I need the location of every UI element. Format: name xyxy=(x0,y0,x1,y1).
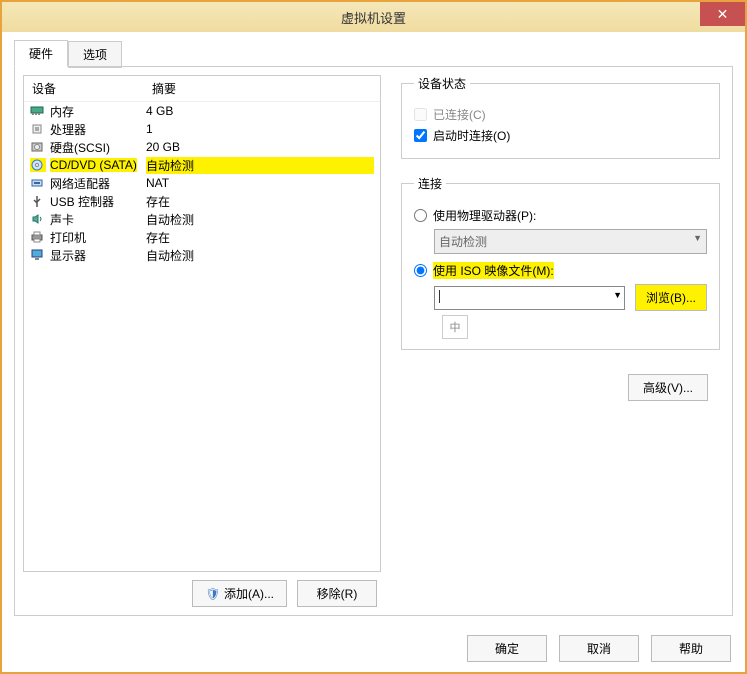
device-summary: NAT xyxy=(146,176,374,190)
tab-options[interactable]: 选项 xyxy=(68,41,122,68)
sound-icon xyxy=(30,212,46,226)
chevron-down-icon: ▼ xyxy=(693,233,702,243)
shield-icon: 🛡 xyxy=(205,587,220,601)
chevron-down-icon[interactable]: ▼ xyxy=(613,290,622,300)
physical-drive-row[interactable]: 使用物理驱动器(P): xyxy=(414,207,707,224)
browse-button[interactable]: 浏览(B)... xyxy=(635,284,707,311)
device-status-group: 设备状态 已连接(C) 启动时连接(O) xyxy=(401,75,720,159)
usb-icon xyxy=(30,194,46,208)
iso-row[interactable]: 使用 ISO 映像文件(M): xyxy=(414,262,707,279)
device-name: 硬盘(SCSI) xyxy=(50,139,110,156)
device-summary: 存在 xyxy=(146,193,374,210)
device-name: 声卡 xyxy=(50,211,74,228)
device-summary: 自动检测 xyxy=(146,157,374,174)
device-summary: 自动检测 xyxy=(146,247,374,264)
device-row[interactable]: 网络适配器 NAT xyxy=(24,174,380,192)
disk-icon xyxy=(30,140,46,154)
close-button[interactable]: ✕ xyxy=(700,2,745,26)
right-column: 设备状态 已连接(C) 启动时连接(O) 连接 使用物理驱动器(P): xyxy=(401,67,732,615)
iso-file-combo[interactable]: ▼ xyxy=(434,286,625,310)
device-summary: 20 GB xyxy=(146,140,374,154)
connect-poweron-checkbox[interactable] xyxy=(414,129,427,142)
vm-settings-window: 虚拟机设置 ✕ 硬件 选项 设备 摘要 内存 4 GB 处理器 1 硬盘(SCSI) 20… xyxy=(0,0,747,674)
device-name: CD/DVD (SATA) xyxy=(50,158,137,172)
connected-checkbox xyxy=(414,108,427,121)
remove-button[interactable]: 移除(R) xyxy=(297,580,377,607)
device-row[interactable]: USB 控制器 存在 xyxy=(24,192,380,210)
device-buttons: 🛡 添加(A)... 移除(R) xyxy=(19,580,385,607)
device-row[interactable]: 内存 4 GB xyxy=(24,102,380,120)
titlebar: 虚拟机设置 ✕ xyxy=(2,2,745,32)
advanced-row: 高级(V)... xyxy=(401,374,720,401)
hdr-device: 设备 xyxy=(32,80,152,97)
device-row[interactable]: CD/DVD (SATA) 自动检测 xyxy=(24,156,380,174)
memory-icon xyxy=(30,104,46,118)
iso-input-row: ▼ 浏览(B)... xyxy=(434,284,707,311)
tabs: 硬件 选项 xyxy=(2,32,745,67)
device-name: 打印机 xyxy=(50,229,86,246)
device-name: 内存 xyxy=(50,103,74,120)
add-button[interactable]: 🛡 添加(A)... xyxy=(192,580,287,607)
cd-icon xyxy=(30,158,46,172)
device-row[interactable]: 声卡 自动检测 xyxy=(24,210,380,228)
iso-label: 使用 ISO 映像文件(M): xyxy=(433,262,554,279)
connected-row: 已连接(C) xyxy=(414,106,707,123)
device-row[interactable]: 显示器 自动检测 xyxy=(24,246,380,264)
hdr-summary: 摘要 xyxy=(152,80,176,97)
device-summary: 1 xyxy=(146,122,374,136)
connect-poweron-row[interactable]: 启动时连接(O) xyxy=(414,127,707,144)
device-name: USB 控制器 xyxy=(50,193,114,210)
device-summary: 4 GB xyxy=(146,104,374,118)
left-column: 设备 摘要 内存 4 GB 处理器 1 硬盘(SCSI) 20 GB CD/DVD (SAT… xyxy=(15,67,385,615)
ok-button[interactable]: 确定 xyxy=(467,635,547,662)
device-name: 网络适配器 xyxy=(50,175,110,192)
physical-drive-combo: 自动检测 ▼ xyxy=(434,229,707,254)
net-icon xyxy=(30,176,46,190)
device-row[interactable]: 硬盘(SCSI) 20 GB xyxy=(24,138,380,156)
device-name: 处理器 xyxy=(50,121,86,138)
help-button[interactable]: 帮助 xyxy=(651,635,731,662)
ime-indicator: 中 xyxy=(442,315,468,339)
device-row[interactable]: 打印机 存在 xyxy=(24,228,380,246)
display-icon xyxy=(30,248,46,262)
device-name: 显示器 xyxy=(50,247,86,264)
window-title: 虚拟机设置 xyxy=(341,8,406,27)
physical-radio[interactable] xyxy=(414,209,427,222)
device-summary: 自动检测 xyxy=(146,211,374,228)
printer-icon xyxy=(30,230,46,244)
cpu-icon xyxy=(30,122,46,136)
cancel-button[interactable]: 取消 xyxy=(559,635,639,662)
device-summary: 存在 xyxy=(146,229,374,246)
advanced-button[interactable]: 高级(V)... xyxy=(628,374,708,401)
device-status-legend: 设备状态 xyxy=(414,75,470,92)
iso-radio[interactable] xyxy=(414,264,427,277)
device-row[interactable]: 处理器 1 xyxy=(24,120,380,138)
dialog-footer: 确定 取消 帮助 xyxy=(2,625,745,672)
device-list-header: 设备 摘要 xyxy=(24,76,380,102)
content: 硬件 选项 设备 摘要 内存 4 GB 处理器 1 硬盘(SCSI) 20 GB CD/DV… xyxy=(2,32,745,672)
connection-group: 连接 使用物理驱动器(P): 自动检测 ▼ 使用 ISO 映像文件(M): xyxy=(401,175,720,350)
tab-hardware[interactable]: 硬件 xyxy=(14,40,68,67)
tab-panel-hardware: 设备 摘要 内存 4 GB 处理器 1 硬盘(SCSI) 20 GB CD/DVD (SAT… xyxy=(14,66,733,616)
device-list[interactable]: 设备 摘要 内存 4 GB 处理器 1 硬盘(SCSI) 20 GB CD/DVD (SAT… xyxy=(23,75,381,572)
connection-legend: 连接 xyxy=(414,175,446,192)
